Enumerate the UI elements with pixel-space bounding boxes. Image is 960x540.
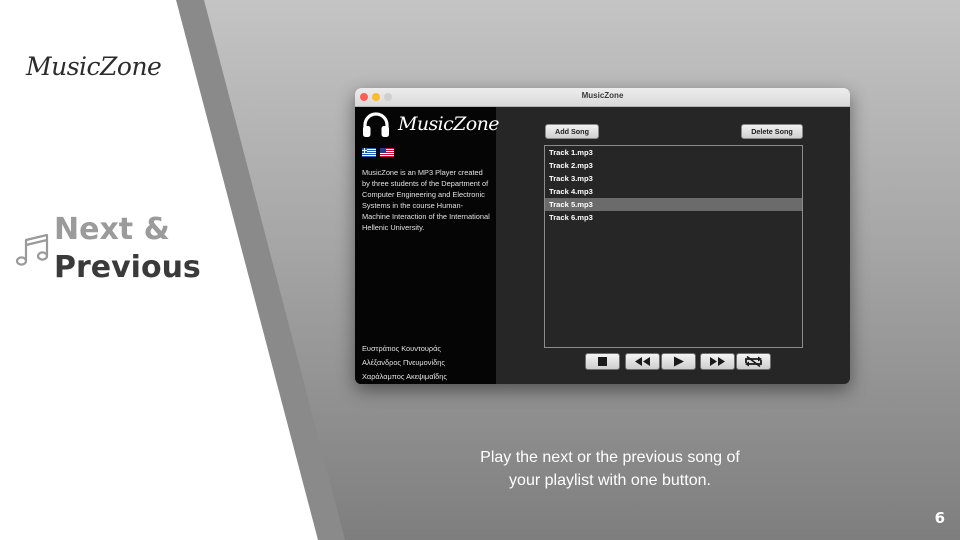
delete-song-button[interactable]: Delete Song [741, 124, 803, 139]
stop-button[interactable] [585, 353, 620, 370]
us-flag-icon[interactable] [380, 148, 394, 157]
caption-line: your playlist with one button. [509, 472, 711, 489]
slide-caption: Play the next or the previous song of yo… [440, 446, 780, 492]
author-name: Ευστράτιος Κουντουράς [362, 344, 441, 353]
playlist-item[interactable]: Track 1.mp3 [545, 146, 802, 159]
repeat-button[interactable] [736, 353, 771, 370]
playlist-item[interactable]: Track 6.mp3 [545, 211, 802, 224]
about-text: MusicZone is an MP3 Player created by th… [362, 168, 490, 232]
app-window: MusicZone MusicZone MusicZone is an MP3 … [355, 88, 850, 384]
author-name: Χαράλαμπος Ακεψιμαΐδης [362, 372, 447, 381]
add-song-button[interactable]: Add Song [545, 124, 599, 139]
sidebar-logo-text: MusicZone [398, 113, 499, 135]
playlist-item[interactable]: Track 3.mp3 [545, 172, 802, 185]
author-name: Αλέξανδρος Πνευμονίδης [362, 358, 445, 367]
music-note-icon [15, 233, 49, 266]
previous-button[interactable] [625, 353, 660, 370]
caption-line: Play the next or the previous song of [480, 449, 740, 466]
brand-logo-text: MusicZone [26, 52, 162, 81]
playlist-item[interactable]: Track 2.mp3 [545, 159, 802, 172]
repeat-icon [745, 355, 762, 368]
next-icon [710, 357, 725, 366]
headphones-icon [363, 112, 389, 137]
previous-icon [635, 357, 650, 366]
section-title: Next & Previous [54, 211, 201, 287]
window-titlebar[interactable]: MusicZone [355, 88, 850, 107]
playlist-item[interactable]: Track 4.mp3 [545, 185, 802, 198]
next-button[interactable] [700, 353, 735, 370]
play-icon [674, 356, 684, 367]
window-title: MusicZone [581, 91, 624, 100]
greek-flag-icon[interactable] [362, 148, 376, 157]
playlist[interactable]: Track 1.mp3 Track 2.mp3 Track 3.mp3 Trac… [544, 145, 803, 348]
stop-icon [598, 357, 607, 366]
playlist-item-selected[interactable]: Track 5.mp3 [545, 198, 802, 211]
play-button[interactable] [661, 353, 696, 370]
page-number: 6 [934, 509, 945, 527]
authors-list: Ευστράτιος Κουντουράς Αλέξανδρος Πνευμον… [362, 342, 492, 384]
section-title-line1: Next & [54, 212, 170, 247]
section-title-line2: Previous [54, 250, 201, 285]
sidebar: MusicZone MusicZone is an MP3 Player cre… [355, 107, 499, 384]
